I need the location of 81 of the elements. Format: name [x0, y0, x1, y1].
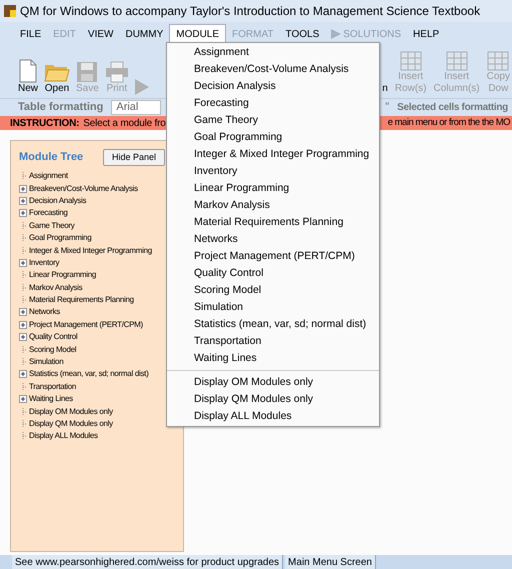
expand-icon[interactable] — [19, 320, 27, 329]
dropdown-item[interactable]: Simulation — [167, 299, 379, 316]
expand-icon[interactable] — [19, 395, 27, 404]
dropdown-item[interactable]: Scoring Model — [167, 282, 379, 299]
dropdown-item[interactable]: Display ALL Modules — [167, 408, 379, 425]
printer-icon — [104, 61, 129, 83]
tree-item[interactable]: Decision Analysis — [29, 194, 86, 207]
dropdown-item[interactable]: Game Theory — [167, 112, 379, 129]
app-icon — [4, 5, 16, 17]
dropdown-item[interactable]: Networks — [167, 231, 379, 248]
dropdown-item[interactable]: Material Requirements Planning — [167, 214, 379, 231]
menu-item[interactable]: HELP — [407, 24, 446, 44]
hide-panel-button[interactable]: Hide Panel — [102, 149, 165, 166]
tree-item[interactable]: Forecasting — [29, 207, 68, 220]
tree-item[interactable]: Simulation — [29, 356, 64, 368]
dropdown-item[interactable]: Breakeven/Cost-Volume Analysis — [167, 61, 379, 78]
tree-item[interactable]: Integer & Mixed Integer Programming — [29, 244, 152, 257]
menu-item[interactable]: FILE — [14, 24, 48, 44]
tree-item[interactable]: Display OM Modules only — [29, 406, 113, 418]
expand-icon[interactable] — [19, 308, 27, 316]
font-field[interactable]: Arial — [111, 100, 162, 115]
tree-item[interactable]: Project Management (PERT/CPM) — [29, 318, 143, 331]
expand-icon[interactable] — [19, 258, 27, 267]
tree-item[interactable]: Material Requirements Planning — [29, 294, 134, 306]
menu-item[interactable]: DUMMY — [119, 24, 170, 44]
window-title: QM for Windows to accompany Taylor's Introduction to Management Science Textbook — [20, 3, 480, 20]
status-text: See www.pearsonhighered.com/weiss for product upgrades — [12, 554, 284, 569]
tree-item[interactable]: Scoring Model — [29, 344, 76, 356]
instruction-text: Select a module fro — [83, 116, 166, 130]
dropdown-item[interactable]: Display OM Modules only — [167, 374, 379, 391]
expand-icon[interactable] — [19, 209, 27, 218]
expand-icon[interactable] — [19, 196, 27, 205]
dropdown-item[interactable]: Display QM Modules only — [167, 391, 379, 408]
panel-title: Module Tree — [19, 150, 84, 166]
dropdown-item[interactable]: Transportation — [167, 333, 379, 350]
dropdown-item[interactable]: Assignment — [167, 44, 379, 61]
dropdown-item[interactable]: Markov Analysis — [167, 197, 379, 214]
dropdown-item[interactable]: Waiting Lines — [167, 350, 379, 367]
dropdown-item[interactable]: Quality Control — [167, 265, 379, 282]
tree-item[interactable]: Assignment — [29, 170, 68, 182]
tree-item[interactable]: Markov Analysis — [29, 282, 82, 294]
status-text: Main Menu Screen — [285, 554, 376, 569]
instruction-text: e main menu or from the the MO — [388, 116, 510, 130]
format-bar-mark: " — [385, 100, 390, 116]
toolbar-button[interactable]: New — [16, 47, 40, 95]
tree-item[interactable]: Waiting Lines — [29, 393, 73, 406]
format-bar-label: Selected cells formatting — [397, 101, 508, 115]
tree-item[interactable]: Transportation — [29, 380, 76, 393]
expand-icon[interactable] — [19, 184, 27, 193]
menu-item[interactable]: VIEW — [82, 24, 120, 44]
format-bar-label: Table formatting — [18, 100, 104, 116]
instruction-label: INSTRUCTION: — [10, 116, 80, 130]
grid-icon — [487, 51, 510, 71]
dropdown-item[interactable]: Integer & Mixed Integer Programming — [167, 146, 379, 163]
grid-icon — [446, 51, 468, 71]
tree-item[interactable]: Game Theory — [29, 220, 74, 232]
expand-icon[interactable] — [19, 370, 27, 378]
dropdown-item[interactable]: Project Management (PERT/CPM) — [167, 248, 379, 265]
menu-item[interactable]: MODULE — [169, 24, 226, 44]
tree-item[interactable]: Quality Control — [29, 331, 78, 344]
blank-page-icon — [18, 59, 38, 83]
tree-item[interactable]: Linear Programming — [29, 269, 96, 282]
dropdown-item[interactable]: Inventory — [167, 163, 379, 180]
dropdown-item[interactable]: Forecasting — [167, 95, 379, 112]
grid-icon — [400, 51, 422, 71]
menu-item[interactable]: TOOLS — [280, 24, 326, 44]
dropdown-item[interactable]: Decision Analysis — [167, 78, 379, 95]
tree-item[interactable]: Display ALL Modules — [29, 430, 98, 442]
dropdown-item[interactable]: Linear Programming — [167, 180, 379, 197]
tree-item[interactable]: Display QM Modules only — [29, 418, 113, 430]
toolbar-button[interactable]: n — [380, 47, 390, 95]
tree-item[interactable]: Inventory — [29, 256, 60, 269]
toolbar-button[interactable]: Open — [42, 47, 72, 95]
tree-item[interactable]: Statistics (mean, var, sd; normal dist) — [29, 368, 148, 380]
dropdown-item[interactable]: Goal Programming — [167, 129, 379, 146]
tree-item[interactable]: Breakeven/Cost-Volume Analysis — [29, 182, 138, 195]
tree-item[interactable]: Goal Programming — [29, 232, 92, 244]
play-icon — [134, 79, 149, 95]
tree-item[interactable]: Networks — [29, 306, 60, 318]
dropdown-item[interactable]: Statistics (mean, var, sd; normal dist) — [167, 316, 379, 333]
expand-icon[interactable] — [19, 333, 27, 342]
